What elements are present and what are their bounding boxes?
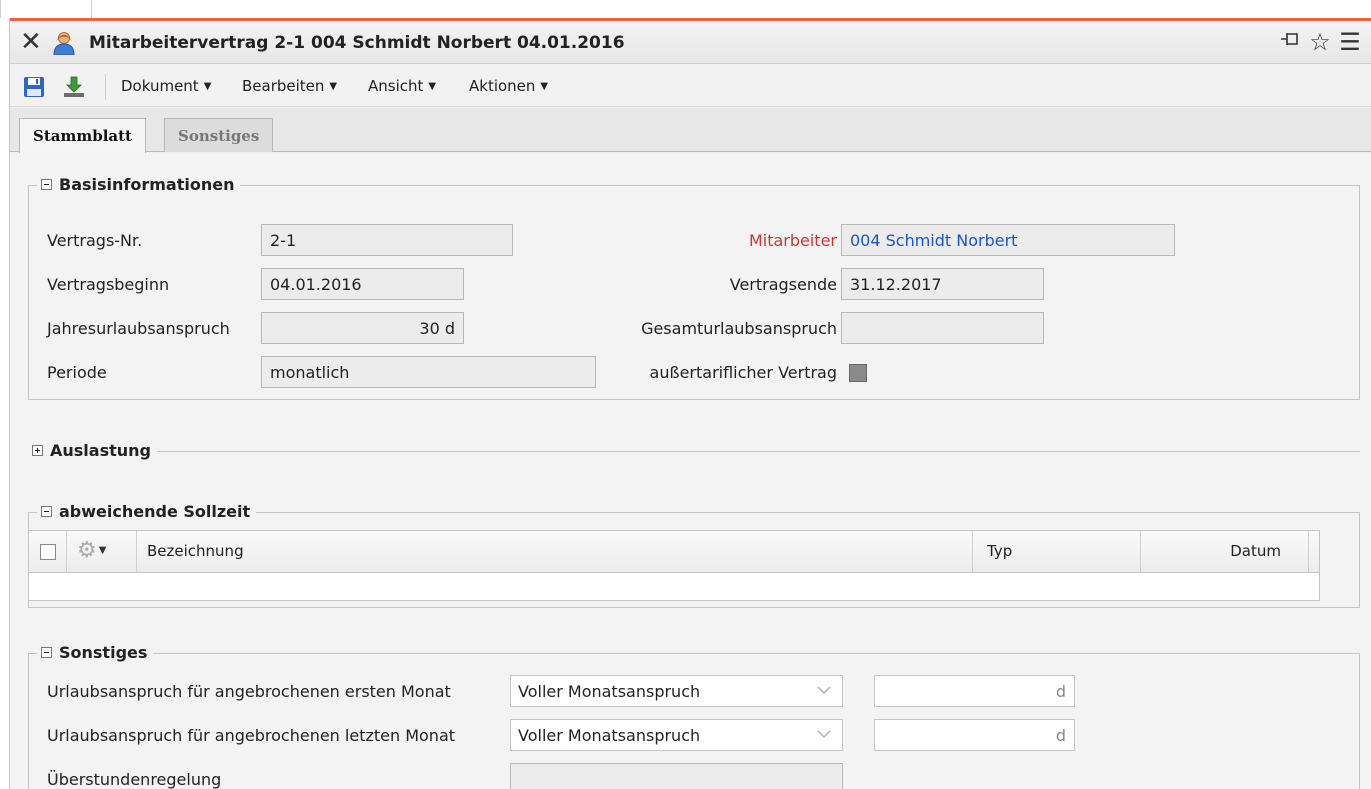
grid-settings-cell: ⚙ ▼ [67,531,137,573]
vertragsende-label: Vertragsende [729,275,837,294]
letzter-monat-value: Voller Monatsanspruch [518,726,701,745]
aussertariflich-checkbox[interactable] [849,364,867,382]
ueberstunden-label: Überstundenregelung [47,770,222,789]
jahresurlaub-field[interactable]: 30 d [261,312,464,344]
dropdown-arrow-icon[interactable] [817,687,831,694]
legend-auslastung: Auslastung [50,441,151,460]
pin-icon[interactable] [1277,28,1303,56]
chevron-down-icon: ▼ [428,81,437,92]
top-strip-divider [91,0,92,18]
days-unit: d [1055,682,1066,701]
erster-monat-value: Voller Monatsanspruch [518,682,701,701]
vertragsnr-field[interactable]: 2-1 [261,224,513,256]
dropdown-arrow-icon[interactable] [817,731,831,738]
toolbar-divider [105,74,106,100]
close-icon[interactable]: ✕ [20,29,42,55]
gesamturlaub-label: Gesamturlaubsanspruch [641,319,837,338]
erster-monat-days-field[interactable]: d [874,675,1075,707]
letzter-monat-days-field[interactable]: d [874,719,1075,751]
letzter-monat-select[interactable]: Voller Monatsanspruch [510,719,843,751]
gesamturlaub-field[interactable] [841,312,1044,344]
title-bar: ✕ Mitarbeitervertrag 2-1 004 Schmidt Nor… [10,21,1371,64]
fieldset-legend: Auslastung [28,441,157,460]
legend-sonstiges: Sonstiges [59,643,148,662]
tab-bar: Stammblatt Sonstiges [10,108,1371,153]
fieldset-auslastung: Auslastung [28,441,1360,460]
document-window: ✕ Mitarbeitervertrag 2-1 004 Schmidt Nor… [9,18,1371,789]
menu-aktionen[interactable]: Aktionen ▼ [469,77,548,95]
select-all-cell [29,531,67,573]
vertragsnr-label: Vertrags-Nr. [47,231,143,250]
menu-icon[interactable]: ☰ [1337,28,1363,56]
chevron-down-icon: ▼ [329,81,338,92]
collapse-toggle[interactable] [41,647,52,658]
vertragsbeginn-label: Vertragsbeginn [47,275,170,294]
star-icon[interactable]: ☆ [1307,28,1333,56]
vertragsbeginn-field[interactable]: 04.01.2016 [261,268,464,300]
menu-ansicht[interactable]: Ansicht ▼ [368,77,436,95]
sollzeit-grid: ⚙ ▼ Bezeichnung Typ Datum [28,530,1320,601]
window-title: Mitarbeitervertrag 2-1 004 Schmidt Norbe… [89,33,625,53]
column-datum[interactable]: Datum [1141,531,1309,573]
save-icon[interactable] [23,76,45,98]
chevron-down-icon: ▼ [98,545,107,556]
mitarbeiter-field[interactable]: 004 Schmidt Norbert [841,224,1175,256]
legend-sollzeit: abweichende Sollzeit [59,502,251,521]
menu-dokument[interactable]: Dokument ▼ [121,77,211,95]
gear-icon[interactable]: ⚙ ▼ [77,540,107,565]
collapse-toggle[interactable] [41,179,52,190]
top-strip [0,0,1371,18]
expand-toggle[interactable] [32,445,43,456]
fieldset-legend: Basisinformationen [37,175,241,194]
tab-stammblatt[interactable]: Stammblatt [19,118,146,153]
periode-label: Periode [47,363,107,382]
chevron-down-icon: ▼ [540,81,549,92]
periode-field[interactable]: monatlich [261,356,596,388]
days-unit: d [1055,726,1066,745]
collapse-toggle[interactable] [41,506,52,517]
tab-sonstiges[interactable]: Sonstiges [164,118,274,152]
mitarbeiter-label: Mitarbeiter [748,231,837,250]
main-content: Basisinformationen Vertrags-Nr. 2-1 Mita… [10,153,1371,789]
user-icon [53,32,75,55]
ueberstunden-field[interactable] [510,763,843,789]
grid-header: ⚙ ▼ Bezeichnung Typ Datum [29,531,1319,573]
fieldset-legend: Sonstiges [37,643,154,662]
column-typ[interactable]: Typ [973,531,1141,573]
chevron-down-icon: ▼ [203,81,212,92]
jahresurlaub-label: Jahresurlaubsanspruch [47,319,230,338]
select-all-checkbox[interactable] [40,544,56,560]
fieldset-legend: abweichende Sollzeit [37,502,257,521]
menu-bearbeiten[interactable]: Bearbeiten ▼ [242,77,337,95]
letzter-monat-label: Urlaubsanspruch für angebrochenen letzte… [47,726,456,745]
legend-basisinformationen: Basisinformationen [59,175,235,194]
download-icon[interactable] [63,76,85,98]
vertragsende-field[interactable]: 31.12.2017 [841,268,1044,300]
fieldset-basisinformationen: Basisinformationen Vertrags-Nr. 2-1 Mita… [28,175,1360,400]
erster-monat-label: Urlaubsanspruch für angebrochenen ersten… [47,682,451,701]
aussertariflich-label: außertariflicher Vertrag [649,363,837,382]
title-actions: ☆ ☰ [1277,28,1363,56]
column-bezeichnung[interactable]: Bezeichnung [137,531,973,573]
toolbar: Dokument ▼ Bearbeiten ▼ Ansicht ▼ Aktionen ▼ [10,65,1371,107]
fieldset-sonstiges: Sonstiges Urlaubsanspruch für angebroche… [28,643,1360,789]
erster-monat-select[interactable]: Voller Monatsanspruch [510,675,843,707]
